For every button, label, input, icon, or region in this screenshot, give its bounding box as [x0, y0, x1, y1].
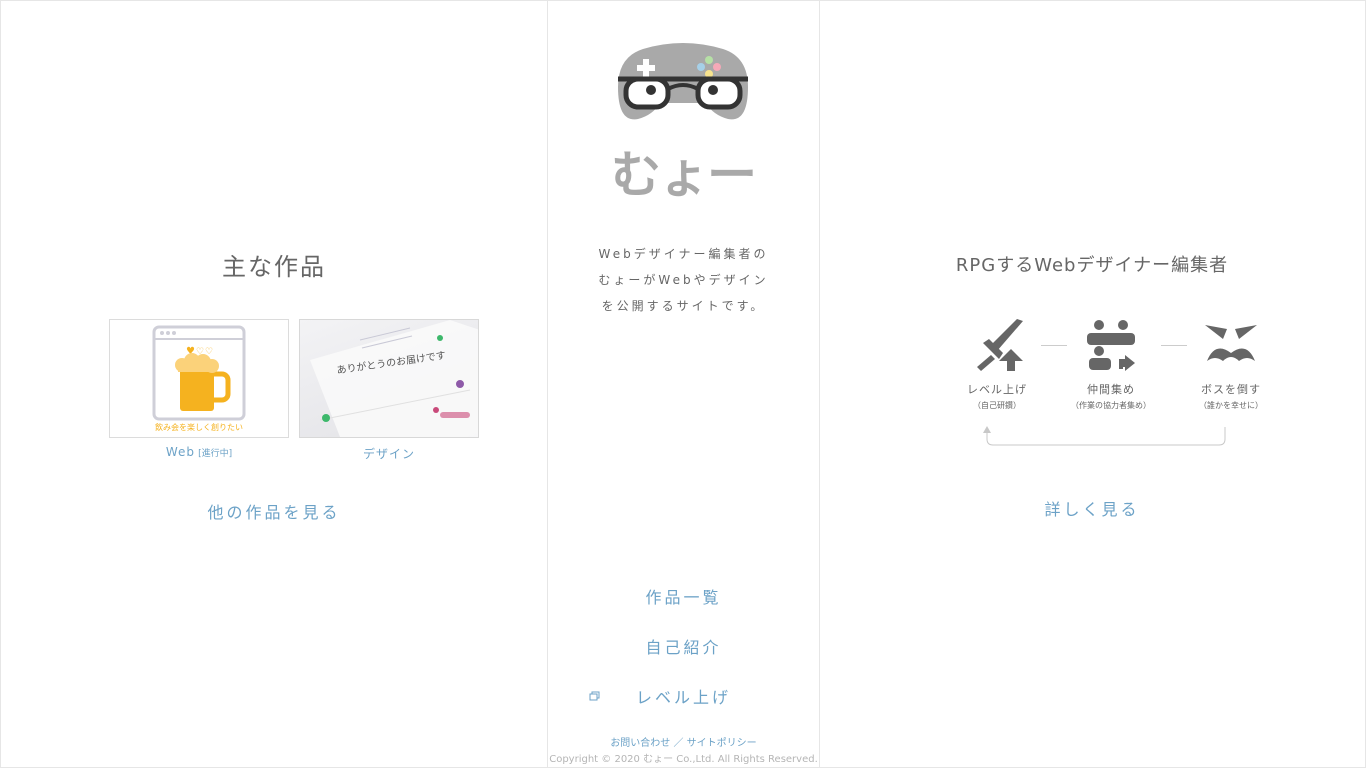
step-sublabel: （自己研鑽） [973, 401, 1021, 410]
nav-item-about[interactable]: 自己紹介 [548, 634, 819, 658]
step-sublabel: （作業の協力者集め） [1071, 401, 1151, 410]
intro-line: むょーがWebやデザイン [598, 273, 769, 287]
cycle-arrow-icon [983, 426, 1226, 446]
center-column: むょー Webデザイナー編集者の むょーがWebやデザイン を公開するサイトです… [547, 1, 820, 767]
work-label-web[interactable]: Web [進行中] [109, 445, 289, 459]
external-window-icon [589, 691, 600, 701]
work-label-design[interactable]: デザイン [299, 445, 479, 462]
work-thumbnail-web[interactable]: ♥ ♡ ♡ 飲み会を楽しく創りたい [109, 319, 289, 438]
tagline: RPGするWebデザイナー編集者 [955, 255, 1229, 276]
step-label: ボスを倒す [1201, 383, 1261, 396]
works-column: 主な作品 ♥ ♡ ♡ 飲み会を楽しく創りたい Web [進行中] ありがとうのお… [1, 1, 547, 767]
work-card-design[interactable]: ありがとうのお届けです デザイン [299, 319, 479, 462]
nav-item-works[interactable]: 作品一覧 [548, 584, 819, 608]
nav-item-label[interactable]: レベル上げ [636, 688, 731, 707]
work-status-tag: [進行中] [198, 449, 233, 459]
nav-item-level-up[interactable]: レベル上げ [548, 684, 819, 708]
boss-face-icon [1205, 325, 1257, 361]
work-card-web[interactable]: ♥ ♡ ♡ 飲み会を楽しく創りたい Web [進行中] [109, 319, 289, 459]
section-title: 主な作品 [222, 253, 326, 281]
sword-level-up-icon [977, 319, 1023, 371]
profile-detail-link[interactable]: 詳しく見る [819, 496, 1365, 520]
page: 主な作品 ♥ ♡ ♡ 飲み会を楽しく創りたい Web [進行中] ありがとうのお… [0, 0, 1366, 768]
site-intro: Webデザイナー編集者の むょーがWebやデザイン を公開するサイトです。 [548, 241, 819, 319]
works-list: ♥ ♡ ♡ 飲み会を楽しく創りたい Web [進行中] ありがとうのお届けです … [109, 319, 481, 469]
work-label[interactable]: Web [166, 445, 195, 459]
work-thumbnail-design[interactable]: ありがとうのお届けです [299, 319, 479, 438]
profile-column: RPGするWebデザイナー編集者 レベル上げ （自己研鑽） 仲間集め （作業の協… [819, 1, 1365, 767]
intro-line: Webデザイナー編集者の [598, 247, 769, 261]
logo-wordmark: むょー [611, 146, 757, 204]
party-members-icon [1087, 320, 1135, 371]
beer-app-illustration: ♥ ♡ ♡ [152, 325, 246, 421]
step-boss: ボスを倒す （誰かを幸せに） [1181, 317, 1281, 411]
work-thumb-caption: 飲み会を楽しく創りたい [155, 423, 243, 432]
step-sublabel: （誰かを幸せに） [1199, 401, 1263, 410]
step-label: 仲間集め [1087, 383, 1135, 396]
step-level-up: レベル上げ （自己研鑽） [947, 317, 1047, 411]
footer-links[interactable]: お問い合わせ ／ サイトポリシー [548, 734, 819, 749]
logo[interactable]: むょー [588, 37, 778, 207]
intro-line: を公開するサイトです。 [601, 299, 766, 313]
step-party: 仲間集め （作業の協力者集め） [1061, 317, 1161, 411]
copyright: Copyright © 2020 むょー Co.,Ltd. All Rights… [549, 754, 818, 765]
rpg-steps: レベル上げ （自己研鑽） 仲間集め （作業の協力者集め） ボスを倒す （誰かを幸… [947, 317, 1277, 457]
step-label: レベル上げ [967, 383, 1027, 396]
thank-you-card-photo [310, 320, 478, 437]
more-works-link[interactable]: 他の作品を見る [1, 499, 547, 523]
